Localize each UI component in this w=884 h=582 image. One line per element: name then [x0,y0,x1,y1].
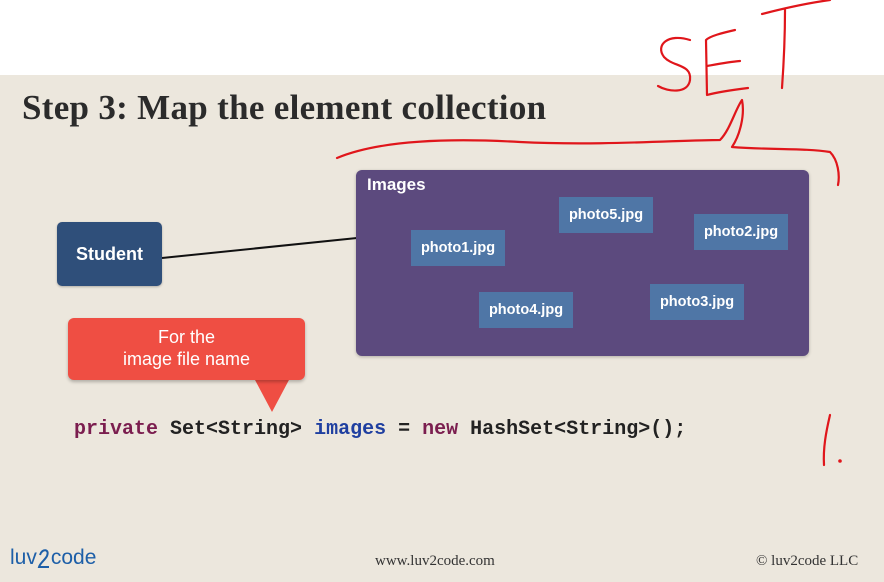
handwritten-number-one [822,413,832,467]
handwritten-dot [838,459,842,463]
handwritten-brace [335,98,840,187]
handwritten-letter-s [656,36,692,92]
handwritten-letter-t [760,0,832,90]
handwritten-annotations [335,0,842,467]
handwritten-letter-e [704,28,750,97]
